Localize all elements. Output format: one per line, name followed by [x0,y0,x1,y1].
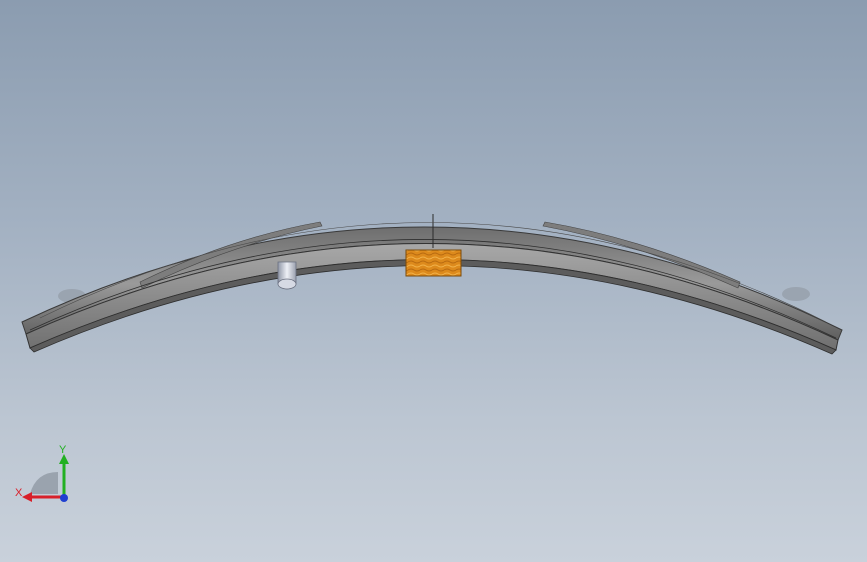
y-axis-label: Y [59,444,67,456]
coordinate-triad: X Y [15,444,69,502]
triad-plane-shadow [30,472,58,494]
axle-seat-block[interactable] [405,249,462,277]
spring-eye-right [782,287,810,301]
graphics-viewport[interactable]: X Y [0,0,867,562]
x-axis-label: X [15,487,23,499]
x-axis-arrowhead [22,492,32,502]
center-pin[interactable] [277,261,297,290]
z-axis-dot [60,494,68,502]
model-scene[interactable] [0,0,867,562]
